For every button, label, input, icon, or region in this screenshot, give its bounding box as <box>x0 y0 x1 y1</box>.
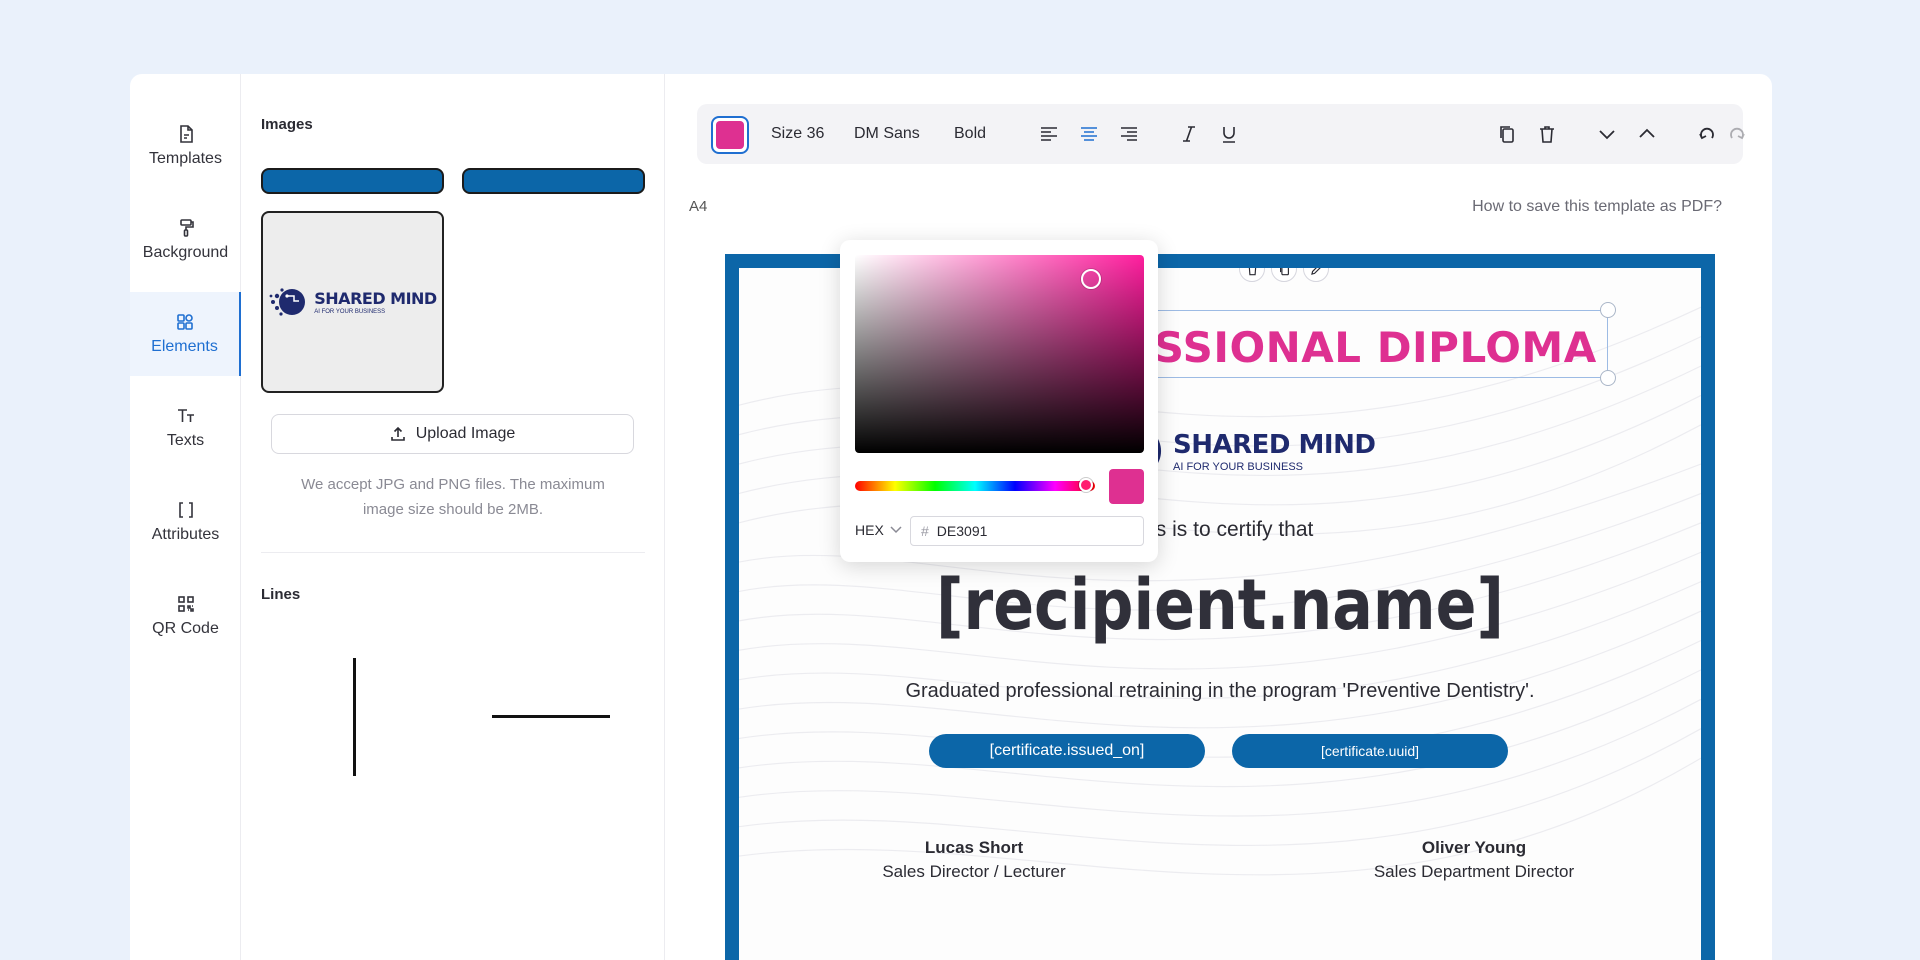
issued-on-badge[interactable]: [certificate.issued_on] <box>929 734 1205 768</box>
nav-background-label: Background <box>142 244 229 261</box>
recipient-name-placeholder[interactable]: [recipient.name] <box>806 564 1633 646</box>
left-nav: Templates Background Elements Texts Attr… <box>130 74 241 960</box>
nav-templates-label: Templates <box>149 150 222 167</box>
upload-hint: We accept JPG and PNG files. The maximum… <box>301 476 605 518</box>
align-right-icon <box>1121 127 1137 141</box>
underline-button[interactable] <box>1219 104 1239 164</box>
nav-qr-code-label: QR Code <box>152 620 219 637</box>
paint-roller-icon <box>179 219 194 237</box>
qr-code-icon <box>177 596 194 612</box>
duplicate-button[interactable] <box>1497 104 1517 164</box>
hex-input[interactable]: # DE3091 <box>910 516 1144 546</box>
copy-icon <box>1279 268 1289 275</box>
text-color-swatch <box>716 121 744 149</box>
underline-icon <box>1223 127 1235 143</box>
logo-tagline: AI FOR YOUR BUSINESS <box>1173 460 1303 473</box>
editor-app: Templates Background Elements Texts Attr… <box>130 74 1772 960</box>
undo-icon <box>1699 127 1714 140</box>
elements-panel: Images SHARED MIND AI FOR YOUR BUSINESS … <box>241 74 665 960</box>
hash-symbol: # <box>921 523 929 539</box>
redo-icon <box>1730 127 1745 140</box>
program-text[interactable]: Graduated professional retraining in the… <box>739 680 1701 703</box>
chevron-down-icon <box>890 526 902 534</box>
align-center-icon <box>1081 127 1097 141</box>
copy-icon <box>1500 126 1514 143</box>
upload-image-label: Upload Image <box>415 425 516 442</box>
signer-1-role[interactable]: Sales Director / Lecturer <box>839 862 1109 882</box>
image-element-bar-2[interactable] <box>462 168 645 194</box>
nav-elements-label: Elements <box>151 338 218 355</box>
align-center-button[interactable] <box>1079 104 1099 164</box>
horizontal-line-element[interactable] <box>492 715 610 718</box>
nav-texts[interactable]: Texts <box>130 386 241 470</box>
signer-2-name[interactable]: Oliver Young <box>1339 838 1609 858</box>
thumbnail-logo-name: SHARED MIND <box>314 289 437 308</box>
align-left-button[interactable] <box>1039 104 1059 164</box>
thumbnail-logo-tagline: AI FOR YOUR BUSINESS <box>314 309 386 315</box>
save-pdf-help-link[interactable]: How to save this template as PDF? <box>1472 198 1722 216</box>
nav-qr-code[interactable]: QR Code <box>130 574 241 658</box>
selection-tools <box>1239 268 1329 282</box>
text-color-button[interactable] <box>711 116 749 154</box>
pencil-icon <box>1310 268 1320 275</box>
images-title: Images <box>261 116 313 133</box>
signer-1-name[interactable]: Lucas Short <box>839 838 1109 858</box>
hex-value: DE3091 <box>936 523 988 539</box>
move-down-button[interactable] <box>1597 104 1617 164</box>
font-size-select[interactable]: Size 36 <box>771 104 824 164</box>
selection-duplicate-button[interactable] <box>1271 268 1297 282</box>
panel-divider <box>261 552 645 553</box>
chevron-up-icon <box>1639 128 1655 138</box>
logo-name: SHARED MIND <box>1173 429 1376 460</box>
saturation-value-area[interactable] <box>855 255 1144 453</box>
font-weight-select[interactable]: Bold <box>954 104 986 164</box>
image-element-bar-1[interactable] <box>261 168 444 194</box>
undo-button[interactable] <box>1697 104 1717 164</box>
signer-2-role[interactable]: Sales Department Director <box>1339 862 1609 882</box>
text-size-icon <box>177 409 194 422</box>
page-format-label: A4 <box>689 198 708 215</box>
brain-logo-icon <box>269 288 306 316</box>
italic-button[interactable] <box>1179 104 1199 164</box>
color-mode-label: HEX <box>855 522 884 538</box>
hue-handle[interactable] <box>1079 478 1093 492</box>
hue-slider[interactable] <box>855 478 1095 492</box>
saturation-handle[interactable] <box>1081 269 1101 289</box>
nav-background[interactable]: Background <box>130 198 241 282</box>
align-left-icon <box>1041 127 1057 141</box>
upload-image-button[interactable]: Upload Image <box>271 414 634 454</box>
italic-icon <box>1183 126 1195 142</box>
lines-title: Lines <box>261 586 301 603</box>
selection-edit-button[interactable] <box>1303 268 1329 282</box>
delete-button[interactable] <box>1537 104 1557 164</box>
align-right-button[interactable] <box>1119 104 1139 164</box>
trash-icon <box>1248 268 1256 275</box>
nav-elements[interactable]: Elements <box>130 292 241 376</box>
color-preview <box>1109 469 1144 504</box>
resize-handle-bottom-right[interactable] <box>1600 370 1616 386</box>
move-up-button[interactable] <box>1637 104 1657 164</box>
nav-attributes[interactable]: Attributes <box>130 480 241 564</box>
selection-delete-button[interactable] <box>1239 268 1265 282</box>
elements-icon <box>176 314 193 330</box>
resize-handle-top-right[interactable] <box>1600 302 1616 318</box>
vertical-line-element[interactable] <box>353 658 356 776</box>
brackets-icon <box>178 502 193 518</box>
trash-icon <box>1540 126 1554 143</box>
nav-templates[interactable]: Templates <box>130 104 241 188</box>
redo-button[interactable] <box>1727 104 1747 164</box>
font-family-select[interactable]: DM Sans <box>854 104 920 164</box>
color-picker-popover: HEX # DE3091 <box>840 240 1158 562</box>
color-mode-select[interactable]: HEX <box>855 522 902 538</box>
nav-texts-label: Texts <box>166 432 205 449</box>
uuid-badge[interactable]: [certificate.uuid] <box>1232 734 1508 768</box>
logo-image-thumbnail[interactable]: SHARED MIND AI FOR YOUR BUSINESS <box>261 211 444 393</box>
chevron-down-icon <box>1599 130 1615 140</box>
text-toolbar: Size 36 DM Sans Bold <box>697 104 1745 164</box>
file-icon <box>179 125 193 143</box>
editor-area: Size 36 DM Sans Bold A4 How to save this… <box>665 74 1772 960</box>
upload-icon <box>390 426 405 441</box>
nav-attributes-label: Attributes <box>151 526 220 543</box>
